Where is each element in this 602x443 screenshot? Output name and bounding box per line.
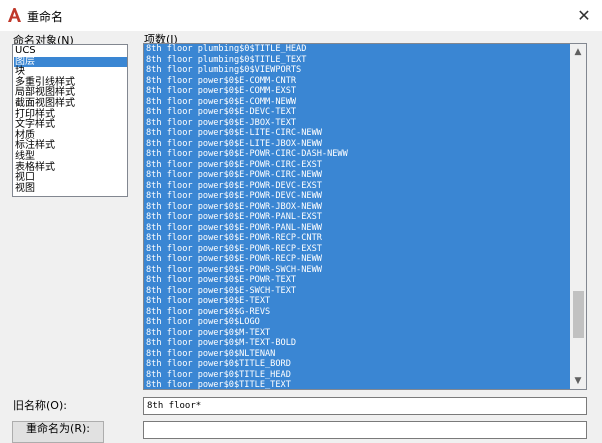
entry-row[interactable]: 8th floor power$0$E-POWR-CIRC-DASH-NEWW: [144, 149, 571, 160]
entry-row[interactable]: 8th floor power$0$E-POWR-RECP-CNTR: [144, 233, 571, 244]
entry-row[interactable]: 8th floor power$0$E-POWR-SWCH-NEWW: [144, 265, 571, 276]
close-button[interactable]: ✕: [566, 0, 602, 31]
entry-row[interactable]: 8th floor power$0$E-COMM-NEWW: [144, 97, 571, 108]
entry-row[interactable]: 8th floor plumbing$0$TITLE_HEAD: [144, 44, 571, 55]
chevron-up-icon: ▲: [574, 47, 582, 57]
old-name-label: 旧名称(O):: [13, 399, 67, 412]
entry-row[interactable]: 8th floor power$0$E-POWR-JBOX-NEWW: [144, 202, 571, 213]
entry-row[interactable]: 8th floor power$0$LOGO: [144, 317, 571, 328]
window-title: 重命名: [27, 10, 64, 24]
entries-rows: 8th floor plumbing$0$TITLE_HEAD 8th floor…: [144, 44, 571, 389]
entries-scrollbar[interactable]: ▲ ▼: [570, 44, 586, 389]
entries-list[interactable]: 8th floor plumbing$0$TITLE_HEAD 8th floor…: [143, 43, 587, 390]
entry-row[interactable]: 8th floor power$0$E-POWR-CIRC-EXST: [144, 160, 571, 171]
named-object-item[interactable]: 图层: [14, 56, 127, 68]
named-object-item[interactable]: 视图: [14, 183, 127, 195]
named-object-item[interactable]: UCS: [14, 46, 127, 57]
entry-row[interactable]: 8th floor power$0$TITLE_BORD: [144, 359, 571, 370]
entry-row[interactable]: 8th floor power$0$TITLE_TEXT: [144, 380, 571, 389]
autocad-app-icon: [8, 8, 21, 22]
entry-row[interactable]: 8th floor power$0$E-LITE-CIRC-NEWW: [144, 128, 571, 139]
entry-row[interactable]: 8th floor power$0$E-POWR-PANL-NEWW: [144, 223, 571, 234]
entry-row[interactable]: 8th floor power$0$E-POWR-RECP-EXST: [144, 244, 571, 255]
named-object-item[interactable]: 截面视图样式: [14, 99, 127, 110]
entry-row[interactable]: 8th floor power$0$TITLE_HEAD: [144, 370, 571, 381]
entry-row[interactable]: 8th floor power$0$E-POWR-TEXT: [144, 275, 571, 286]
entry-row[interactable]: 8th floor power$0$E-POWR-PANL-EXST: [144, 212, 571, 223]
named-object-item[interactable]: 线型: [14, 152, 127, 163]
named-objects-list[interactable]: UCS 图层块多重引线样式 局部视图样式 截面视图样式 打印样式 文字样式 材质 标注样式 线型…: [12, 44, 128, 197]
entry-row[interactable]: 8th floor power$0$G-REVS: [144, 307, 571, 318]
scroll-thumb[interactable]: [573, 291, 584, 338]
entry-row[interactable]: 8th floor power$0$E-LITE-JBOX-NEWW: [144, 139, 571, 150]
entry-row[interactable]: 8th floor power$0$E-POWR-RECP-NEWW: [144, 254, 571, 265]
entry-row[interactable]: 8th floor power$0$E-POWR-CIRC-NEWW: [144, 170, 571, 181]
scroll-down-button[interactable]: ▼: [570, 373, 586, 389]
entry-row[interactable]: 8th floor power$0$E-TEXT: [144, 296, 571, 307]
entry-row[interactable]: 8th floor power$0$E-JBOX-TEXT: [144, 118, 571, 129]
rename-to-button[interactable]: 重命名为(R):: [12, 421, 104, 443]
entry-row[interactable]: 8th floor power$0$E-COMM-EXST: [144, 86, 571, 97]
entry-row[interactable]: 8th floor power$0$M-TEXT-BOLD: [144, 338, 571, 349]
scroll-up-button[interactable]: ▲: [570, 44, 586, 60]
entry-row[interactable]: 8th floor power$0$NLTENAN: [144, 349, 571, 360]
old-name-field: 8th floor*: [143, 397, 587, 415]
entry-row[interactable]: 8th floor power$0$E-SWCH-TEXT: [144, 286, 571, 297]
entry-row[interactable]: 8th floor power$0$M-TEXT: [144, 328, 571, 339]
chevron-down-icon: ▼: [574, 376, 582, 386]
entry-row[interactable]: 8th floor power$0$E-COMM-CNTR: [144, 76, 571, 87]
close-icon: ✕: [577, 6, 591, 25]
entry-row[interactable]: 8th floor power$0$E-POWR-DEVC-EXST: [144, 181, 571, 192]
title-bar: 重命名 ✕: [0, 0, 602, 31]
entry-row[interactable]: 8th floor plumbing$0$TITLE_TEXT: [144, 55, 571, 66]
entry-row[interactable]: 8th floor plumbing$0$VIEWPORTS: [144, 65, 571, 76]
rename-to-input[interactable]: [143, 421, 587, 439]
entry-row[interactable]: 8th floor power$0$E-POWR-DEVC-NEWW: [144, 191, 571, 202]
entry-row[interactable]: 8th floor power$0$E-DEVC-TEXT: [144, 107, 571, 118]
